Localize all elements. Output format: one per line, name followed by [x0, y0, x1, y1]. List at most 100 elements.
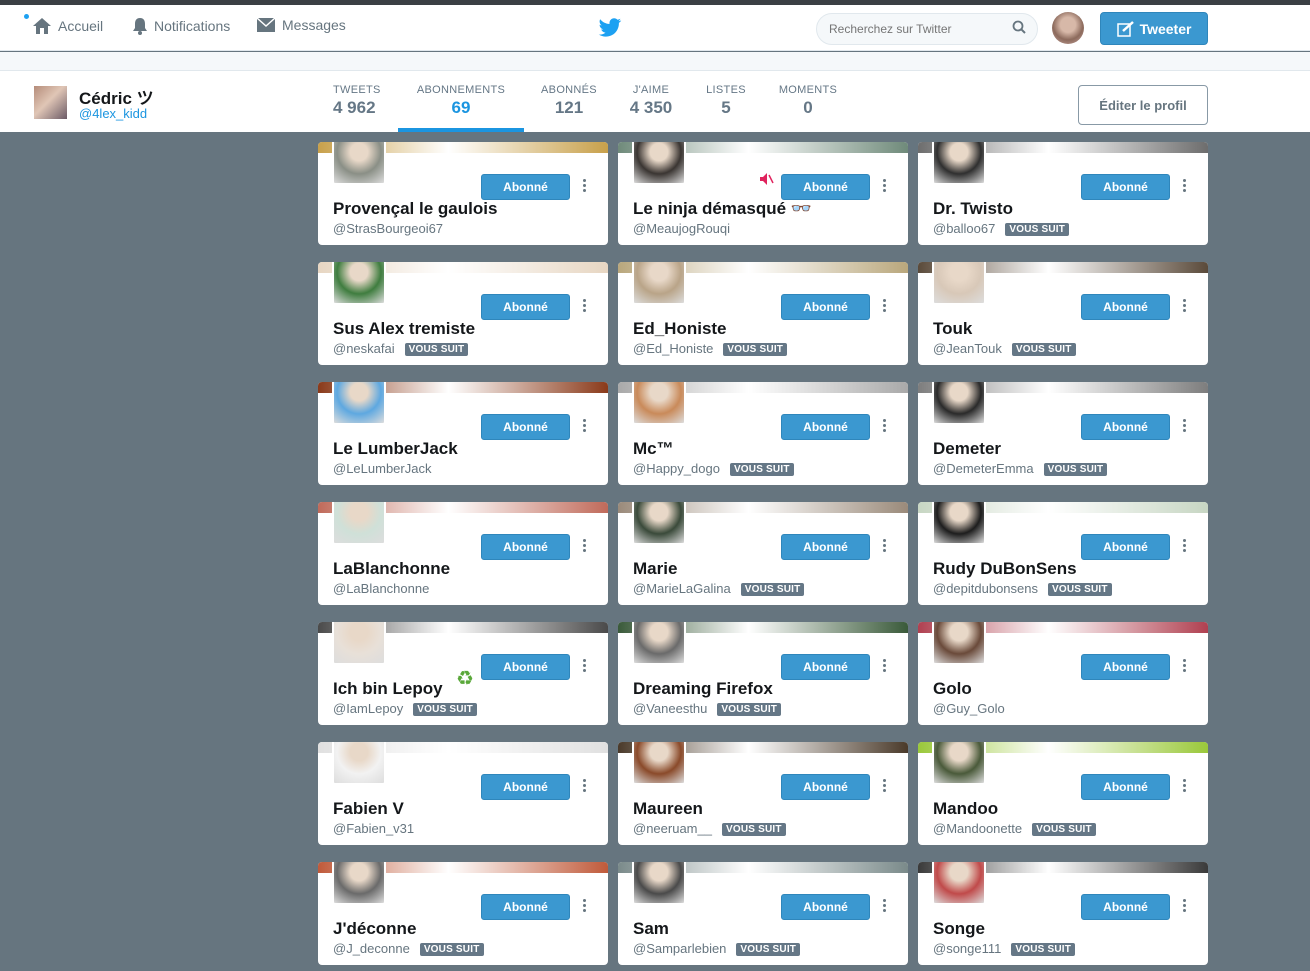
profile-card-avatar[interactable]	[932, 742, 986, 785]
following-button[interactable]: Abonné	[781, 774, 870, 800]
following-button[interactable]: Abonné	[781, 654, 870, 680]
following-button[interactable]: Abonné	[1081, 414, 1170, 440]
twitter-bird-icon[interactable]	[598, 18, 622, 38]
nav-notifications[interactable]: Notifications	[132, 17, 230, 35]
profile-card-avatar[interactable]	[632, 862, 686, 905]
search-input[interactable]	[816, 13, 1038, 45]
profile-card[interactable]: J'déconne @J_deconne VOUS SUIT Abonné	[318, 862, 608, 965]
nav-messages[interactable]: Messages	[256, 17, 346, 33]
profile-card-handle[interactable]: @balloo67	[933, 221, 995, 236]
profile-card-name[interactable]: Demeter	[933, 439, 1001, 459]
following-button[interactable]: Abonné	[1081, 654, 1170, 680]
profile-card-handle[interactable]: @LaBlanchonne	[333, 581, 429, 596]
profile-card-avatar[interactable]	[932, 262, 986, 305]
profile-card[interactable]: Songe @songe111 VOUS SUIT Abonné	[918, 862, 1208, 965]
stat-moments[interactable]: MOMENTS 0	[776, 84, 840, 118]
following-button[interactable]: Abonné	[1081, 294, 1170, 320]
more-options-icon[interactable]	[880, 417, 888, 437]
profile-card-avatar[interactable]	[332, 262, 386, 305]
profile-card-handle[interactable]: @Vaneesthu	[633, 701, 707, 716]
profile-card-avatar[interactable]	[332, 502, 386, 545]
more-options-icon[interactable]	[1180, 297, 1188, 317]
profile-card-handle[interactable]: @MarieLaGalina	[633, 581, 731, 596]
profile-card-handle[interactable]: @IamLepoy	[333, 701, 403, 716]
profile-card-handle[interactable]: @Mandoonette	[933, 821, 1022, 836]
profile-card-name[interactable]: J'déconne	[333, 919, 416, 939]
more-options-icon[interactable]	[880, 657, 888, 677]
profile-card[interactable]: Touk @JeanTouk VOUS SUIT Abonné	[918, 262, 1208, 365]
profile-card-name[interactable]: Maureen	[633, 799, 703, 819]
following-button[interactable]: Abonné	[481, 414, 570, 440]
profile-card[interactable]: Ed_Honiste @Ed_Honiste VOUS SUIT Abonné	[618, 262, 908, 365]
following-button[interactable]: Abonné	[481, 774, 570, 800]
following-button[interactable]: Abonné	[781, 534, 870, 560]
more-options-icon[interactable]	[580, 297, 588, 317]
profile-card-avatar[interactable]	[332, 622, 386, 665]
profile-card-avatar[interactable]	[632, 262, 686, 305]
stat-likes[interactable]: J'AIME 4 350	[627, 84, 675, 118]
more-options-icon[interactable]	[1180, 777, 1188, 797]
profile-card-name[interactable]: Marie	[633, 559, 677, 579]
profile-card-avatar[interactable]	[932, 502, 986, 545]
profile-card-avatar[interactable]	[332, 142, 386, 185]
profile-card-name[interactable]: Le ninja démasqué 👓	[633, 199, 812, 219]
profile-card-handle[interactable]: @neeruam__	[633, 821, 712, 836]
profile-card-handle[interactable]: @Fabien_v31	[333, 821, 414, 836]
more-options-icon[interactable]	[1180, 537, 1188, 557]
more-options-icon[interactable]	[580, 417, 588, 437]
profile-avatar[interactable]	[32, 84, 69, 121]
profile-card-name[interactable]: Ed_Honiste	[633, 319, 727, 339]
profile-card-name[interactable]: Mandoo	[933, 799, 998, 819]
profile-card[interactable]: Sam @Samparlebien VOUS SUIT Abonné	[618, 862, 908, 965]
profile-card-handle[interactable]: @depitdubonsens	[933, 581, 1038, 596]
profile-card-avatar[interactable]	[932, 382, 986, 425]
profile-card-name[interactable]: LaBlanchonne	[333, 559, 450, 579]
profile-card[interactable]: Le LumberJack @LeLumberJack Abonné	[318, 382, 608, 485]
profile-card[interactable]: Dr. Twisto @balloo67 VOUS SUIT Abonné	[918, 142, 1208, 245]
profile-card[interactable]: Maureen @neeruam__ VOUS SUIT Abonné	[618, 742, 908, 845]
profile-card-avatar[interactable]	[932, 862, 986, 905]
profile-card[interactable]: Mc™ @Happy_dogo VOUS SUIT Abonné	[618, 382, 908, 485]
more-options-icon[interactable]	[880, 537, 888, 557]
profile-card[interactable]: Golo @Guy_Golo Abonné	[918, 622, 1208, 725]
more-options-icon[interactable]	[1180, 657, 1188, 677]
profile-card-avatar[interactable]	[632, 502, 686, 545]
stat-tweets[interactable]: TWEETS 4 962	[333, 84, 381, 118]
more-options-icon[interactable]	[580, 897, 588, 917]
profile-card-avatar[interactable]	[632, 382, 686, 425]
profile-card-name[interactable]: Ich bin Lepoy	[333, 679, 443, 699]
profile-card-name[interactable]: Dr. Twisto	[933, 199, 1013, 219]
profile-card-name[interactable]: Songe	[933, 919, 985, 939]
following-button[interactable]: Abonné	[781, 414, 870, 440]
profile-card-avatar[interactable]	[632, 742, 686, 785]
profile-card[interactable]: Mandoo @Mandoonette VOUS SUIT Abonné	[918, 742, 1208, 845]
more-options-icon[interactable]	[580, 657, 588, 677]
user-avatar[interactable]	[1052, 12, 1084, 44]
profile-card[interactable]: Le ninja démasqué 👓 @MeaujogRouqi Abonné	[618, 142, 908, 245]
profile-card-avatar[interactable]	[332, 382, 386, 425]
following-button[interactable]: Abonné	[1081, 534, 1170, 560]
more-options-icon[interactable]	[580, 777, 588, 797]
following-button[interactable]: Abonné	[481, 294, 570, 320]
stat-following[interactable]: ABONNEMENTS 69	[413, 84, 509, 118]
profile-card-handle[interactable]: @songe111	[933, 941, 1001, 956]
profile-card-avatar[interactable]	[932, 142, 986, 185]
profile-card[interactable]: LaBlanchonne @LaBlanchonne Abonné	[318, 502, 608, 605]
profile-card-handle[interactable]: @LeLumberJack	[333, 461, 431, 476]
profile-card-handle[interactable]: @Happy_dogo	[633, 461, 720, 476]
more-options-icon[interactable]	[880, 177, 888, 197]
following-button[interactable]: Abonné	[781, 174, 870, 200]
profile-card-name[interactable]: Golo	[933, 679, 972, 699]
profile-card-name[interactable]: Provençal le gaulois	[333, 199, 497, 219]
profile-card[interactable]: Sus Alex tremiste @neskafai VOUS SUIT Abonn…	[318, 262, 608, 365]
following-button[interactable]: Abonné	[481, 654, 570, 680]
profile-card-handle[interactable]: @J_deconne	[333, 941, 410, 956]
following-button[interactable]: Abonné	[1081, 774, 1170, 800]
profile-card-handle[interactable]: @Guy_Golo	[933, 701, 1005, 716]
more-options-icon[interactable]	[1180, 897, 1188, 917]
following-button[interactable]: Abonné	[481, 174, 570, 200]
profile-card-name[interactable]: Sam	[633, 919, 669, 939]
profile-card[interactable]: Rudy DuBonSens @depitdubonsens VOUS SUIT Ab…	[918, 502, 1208, 605]
profile-card-name[interactable]: Mc™	[633, 439, 674, 459]
nav-home[interactable]: Accueil	[32, 17, 103, 35]
